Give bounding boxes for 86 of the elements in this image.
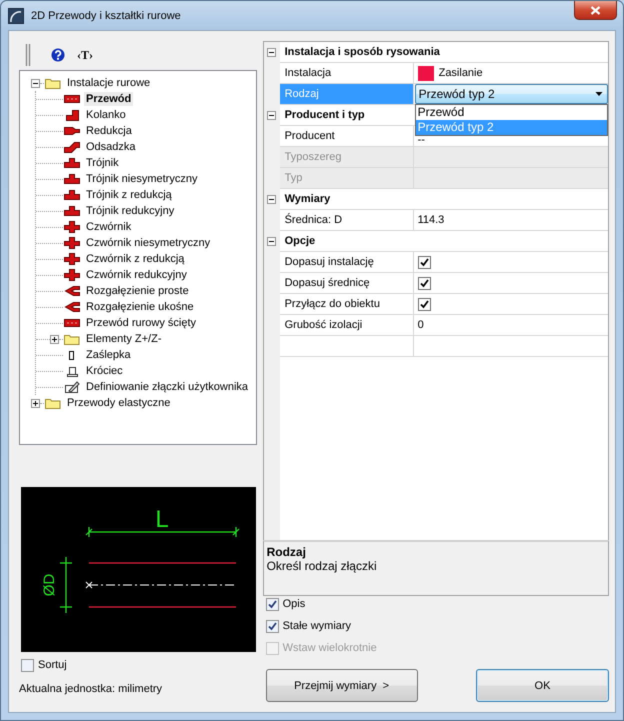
section-header: Instalacja i sposób rysowania bbox=[280, 42, 608, 63]
property-label[interactable]: Grubość izolacji bbox=[280, 315, 414, 336]
unit-text: Aktualna jednostka: milimetry bbox=[19, 682, 164, 696]
cross-fitting-icon bbox=[63, 237, 81, 249]
tree-item[interactable]: Odsadzka bbox=[84, 140, 138, 154]
tree-item[interactable]: Czwórnik z redukcją bbox=[84, 252, 186, 266]
tee-icon bbox=[63, 173, 81, 185]
collapse-toggle[interactable] bbox=[267, 48, 276, 57]
folder-icon bbox=[44, 397, 62, 409]
expand-toggle[interactable] bbox=[50, 334, 59, 344]
pencil-icon bbox=[63, 381, 81, 393]
cap-icon bbox=[69, 350, 74, 360]
tree-item[interactable]: Kolanko bbox=[84, 108, 128, 122]
property-label[interactable]: Średnica: D bbox=[280, 210, 414, 231]
property-label[interactable]: Dopasuj instalację bbox=[280, 252, 414, 273]
tree-item[interactable]: Trójnik niesymetryczny bbox=[84, 172, 200, 186]
pipe-icon bbox=[63, 93, 81, 105]
cross-fitting-icon bbox=[63, 253, 81, 265]
tee-icon bbox=[63, 189, 81, 201]
checkbox[interactable] bbox=[266, 598, 279, 611]
cross-fitting-icon bbox=[63, 269, 81, 281]
close-button[interactable] bbox=[574, 1, 617, 20]
tree-item[interactable]: Przewody elastyczne bbox=[65, 396, 172, 410]
expand-toggle[interactable] bbox=[31, 78, 40, 88]
cross-fitting-icon bbox=[63, 221, 81, 233]
pipe-icon bbox=[63, 317, 81, 329]
section-header: Opcje bbox=[280, 231, 608, 252]
property-value: 0 bbox=[414, 315, 608, 336]
checkbox[interactable] bbox=[418, 276, 431, 290]
value-text: Zasilanie bbox=[438, 67, 483, 79]
app-icon bbox=[8, 8, 24, 24]
branch-icon bbox=[63, 301, 81, 313]
tree-item[interactable]: Przewód rurowy ścięty bbox=[84, 316, 198, 330]
checkbox-label[interactable]: Stałe wymiary bbox=[282, 620, 352, 633]
checkbox[interactable] bbox=[418, 298, 431, 310]
checkbox[interactable] bbox=[418, 256, 431, 268]
tree-item[interactable]: Przewód bbox=[84, 92, 134, 106]
close-icon bbox=[590, 6, 601, 14]
button[interactable]: OK bbox=[476, 669, 609, 702]
tree-item[interactable]: Instalacje rurowe bbox=[65, 76, 152, 90]
property-label[interactable]: Dopasuj średnicę bbox=[280, 273, 414, 294]
collapse-toggle[interactable] bbox=[267, 195, 276, 204]
window-title: 2D Przewody i kształtki rurowe bbox=[31, 10, 181, 22]
help-button[interactable] bbox=[51, 48, 65, 62]
branch-icon bbox=[63, 285, 81, 297]
tree-item[interactable]: Trójnik bbox=[84, 156, 121, 170]
collapse-toggle[interactable] bbox=[267, 237, 276, 246]
checkbox[interactable] bbox=[21, 659, 34, 672]
property-label[interactable]: Przyłącz do obiektu bbox=[280, 294, 414, 315]
checkbox-label: Wstaw wielokrotnie bbox=[282, 642, 377, 655]
tree-item[interactable]: Trójnik z redukcją bbox=[84, 188, 174, 202]
tree-item[interactable]: Zaślepka bbox=[84, 348, 133, 362]
tree-item[interactable]: Trójnik redukcyjny bbox=[84, 204, 176, 218]
checkbox-label[interactable]: Sortuj bbox=[38, 659, 67, 672]
help-icon bbox=[51, 48, 65, 62]
tree-item[interactable]: Rozgałęzienie ukośne bbox=[84, 300, 196, 314]
toolbar-grip bbox=[25, 43, 31, 67]
description-text: Określ rodzaj złączki bbox=[266, 559, 378, 573]
dimension-label: L bbox=[155, 506, 169, 533]
checkbox[interactable] bbox=[266, 620, 279, 633]
tree-item[interactable]: Czwórnik bbox=[84, 220, 134, 234]
checkbox-label[interactable]: Opis bbox=[282, 598, 306, 611]
tree-item[interactable]: Elementy Z+/Z- bbox=[84, 332, 164, 346]
reducer-icon bbox=[63, 125, 81, 137]
description-title: Rodzaj bbox=[266, 545, 307, 559]
section-header: Wymiary bbox=[280, 189, 608, 210]
property-value: 114.3 bbox=[414, 210, 608, 231]
tree-item[interactable]: Króciec bbox=[84, 364, 125, 378]
tee-icon bbox=[63, 205, 81, 217]
tree-item[interactable]: Redukcja bbox=[84, 124, 134, 138]
dropdown[interactable]: Przewód typ 2 bbox=[414, 84, 608, 104]
button[interactable]: Przejmij wymiary > bbox=[266, 669, 418, 702]
folder-icon bbox=[44, 77, 62, 89]
dimension-label: ØD bbox=[41, 574, 58, 596]
tee-icon bbox=[63, 157, 81, 169]
tree-item[interactable]: Definiowanie złączki użytkownika bbox=[84, 380, 250, 394]
tree-item[interactable]: Czwórnik redukcyjny bbox=[84, 268, 189, 282]
tree-item[interactable]: Czwórnik niesymetryczny bbox=[84, 236, 212, 250]
folder-icon bbox=[63, 333, 81, 345]
offset-pipe-icon bbox=[63, 141, 81, 153]
expand-toggle[interactable] bbox=[31, 398, 40, 408]
collapse-toggle[interactable] bbox=[267, 111, 276, 120]
tree-item[interactable]: Rozgałęzienie proste bbox=[84, 284, 191, 298]
text-style-button[interactable]: ‹T› bbox=[77, 48, 93, 62]
dropdown-option[interactable]: Przewód bbox=[416, 105, 607, 120]
elbow-icon bbox=[63, 109, 81, 121]
